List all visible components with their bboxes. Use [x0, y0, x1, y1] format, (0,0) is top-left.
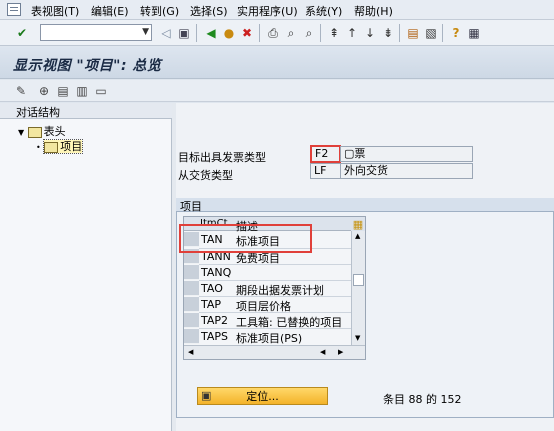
- source-delivery-type-label: 从交货类型: [178, 169, 233, 182]
- help-icon[interactable]: ?: [448, 25, 464, 41]
- tree-node-items-label: 项目: [60, 140, 83, 153]
- dialog-structure-panel: 对话结构 ▼ 表头 • 项目: [0, 103, 172, 431]
- scroll-left-icon[interactable]: ◀: [320, 348, 325, 356]
- toolbar-divider: [259, 24, 260, 42]
- row-selector[interactable]: [184, 297, 199, 312]
- menu-select[interactable]: 选择(S): [190, 3, 228, 19]
- layout-menu-icon[interactable]: ▦: [466, 25, 482, 41]
- position-button-label: 定位...: [246, 390, 279, 403]
- row-selector[interactable]: [184, 329, 199, 344]
- menu-bar: 表视图(T) 编辑(E) 转到(G) 选择(S) 实用程序(U) 系统(Y) 帮…: [0, 0, 554, 20]
- save-icon[interactable]: ▣: [176, 25, 192, 41]
- scroll-thumb[interactable]: [353, 274, 364, 286]
- row-divider: [199, 280, 351, 281]
- expand-triangle-icon[interactable]: ▼: [18, 128, 24, 137]
- table-cell-code: TANQ: [201, 266, 232, 279]
- deselect-all-icon[interactable]: ▭: [93, 83, 109, 99]
- cancel-icon[interactable]: ✖: [239, 25, 255, 41]
- application-toolbar: ✎ ⊕ ▤ ▥ ▭: [0, 80, 554, 102]
- scroll-up-icon[interactable]: ▲: [355, 232, 360, 240]
- select-all-icon[interactable]: ▤: [55, 83, 71, 99]
- source-delivery-type-field: LF: [310, 163, 341, 179]
- shortcut-icon[interactable]: ▧: [423, 25, 439, 41]
- command-field[interactable]: ▼: [40, 24, 152, 41]
- page-title: 显示视图 "项目": 总览: [13, 58, 162, 74]
- target-billing-type-label: 目标出具发票类型: [178, 151, 266, 164]
- entry-count: 条目 88 的 152: [383, 393, 462, 406]
- vertical-scrollbar[interactable]: ▲ ▼: [351, 231, 365, 345]
- next-page-icon[interactable]: ↓: [362, 25, 378, 41]
- row-selector[interactable]: [184, 281, 199, 296]
- table-cell-code: TAPS: [201, 330, 229, 343]
- dialog-structure-header: 对话结构: [0, 103, 172, 119]
- position-icon: ▣: [201, 389, 212, 402]
- target-billing-type-desc: ▢票: [340, 146, 473, 162]
- find-next-icon[interactable]: ⌕: [301, 25, 317, 41]
- print-icon[interactable]: ⎙: [265, 25, 281, 41]
- tree-node-header-label: 表头: [43, 125, 66, 138]
- table-cell-code: TAP: [201, 298, 222, 311]
- last-page-icon[interactable]: ⇟: [380, 25, 396, 41]
- new-session-icon[interactable]: ▤: [405, 25, 421, 41]
- table-cell-code: TAP2: [201, 314, 229, 327]
- display-change-icon[interactable]: ✎: [13, 83, 29, 99]
- folder-icon: [27, 126, 42, 138]
- tree-node-items[interactable]: • 项目: [0, 138, 172, 154]
- tree-node-header[interactable]: ▼ 表头: [0, 123, 172, 138]
- menu-utilities[interactable]: 实用程序(U): [237, 3, 298, 19]
- table-settings-icon[interactable]: ▦: [351, 217, 365, 231]
- row-selector[interactable]: [184, 265, 199, 280]
- previous-page-icon[interactable]: ↑: [344, 25, 360, 41]
- items-group-title: 项目: [176, 198, 554, 213]
- menu-edit[interactable]: 编辑(E): [91, 3, 129, 19]
- highlight-frame: [179, 224, 312, 253]
- toolbar-divider: [399, 24, 400, 42]
- row-selector[interactable]: [184, 313, 199, 328]
- row-divider: [199, 328, 351, 329]
- collapse-arrow-icon[interactable]: ◁: [158, 25, 174, 41]
- exit-icon[interactable]: ●: [221, 25, 237, 41]
- standard-toolbar: ✔ ▼ ◁ ▣ ◀ ● ✖ ⎙ ⌕ ⌕ ⇞ ↑ ↓ ⇟ ▤ ▧ ? ▦: [0, 20, 554, 46]
- menu-help[interactable]: 帮助(H): [354, 3, 393, 19]
- menu-table-view[interactable]: 表视图(T): [31, 3, 79, 19]
- horizontal-scrollbar[interactable]: ◀ ◀ ▶: [184, 345, 365, 359]
- row-divider: [199, 264, 351, 265]
- toolbar-divider: [196, 24, 197, 42]
- scroll-left-icon[interactable]: ◀: [188, 348, 193, 356]
- table-cell-description: 标准项目(PS): [236, 332, 303, 345]
- chevron-down-icon[interactable]: ▼: [142, 27, 149, 37]
- open-folder-icon: [44, 141, 59, 153]
- source-delivery-type-desc: 外向交货: [340, 163, 473, 179]
- toolbar-divider: [320, 24, 321, 42]
- table-cell-code: TAO: [201, 282, 223, 295]
- row-divider: [199, 296, 351, 297]
- detail-icon[interactable]: ⊕: [36, 83, 52, 99]
- position-button[interactable]: ▣ 定位...: [197, 387, 328, 405]
- scroll-right-icon[interactable]: ▶: [338, 348, 343, 356]
- target-billing-type-field[interactable]: F2: [310, 145, 341, 163]
- scroll-down-icon[interactable]: ▼: [355, 334, 360, 342]
- find-icon[interactable]: ⌕: [283, 25, 299, 41]
- row-divider: [199, 312, 351, 313]
- menu-goto[interactable]: 转到(G): [140, 3, 179, 19]
- title-bar: 显示视图 "项目": 总览: [0, 47, 554, 79]
- enter-check-icon[interactable]: ✔: [14, 25, 30, 41]
- toolbar-divider: [442, 24, 443, 42]
- menu-system[interactable]: 系统(Y): [305, 3, 342, 19]
- select-block-icon[interactable]: ▥: [74, 83, 90, 99]
- first-page-icon[interactable]: ⇞: [326, 25, 342, 41]
- system-menu-icon[interactable]: [7, 3, 21, 16]
- doc-icon: ▢: [344, 147, 355, 160]
- bullet-icon: •: [36, 143, 41, 152]
- back-icon[interactable]: ◀: [203, 25, 219, 41]
